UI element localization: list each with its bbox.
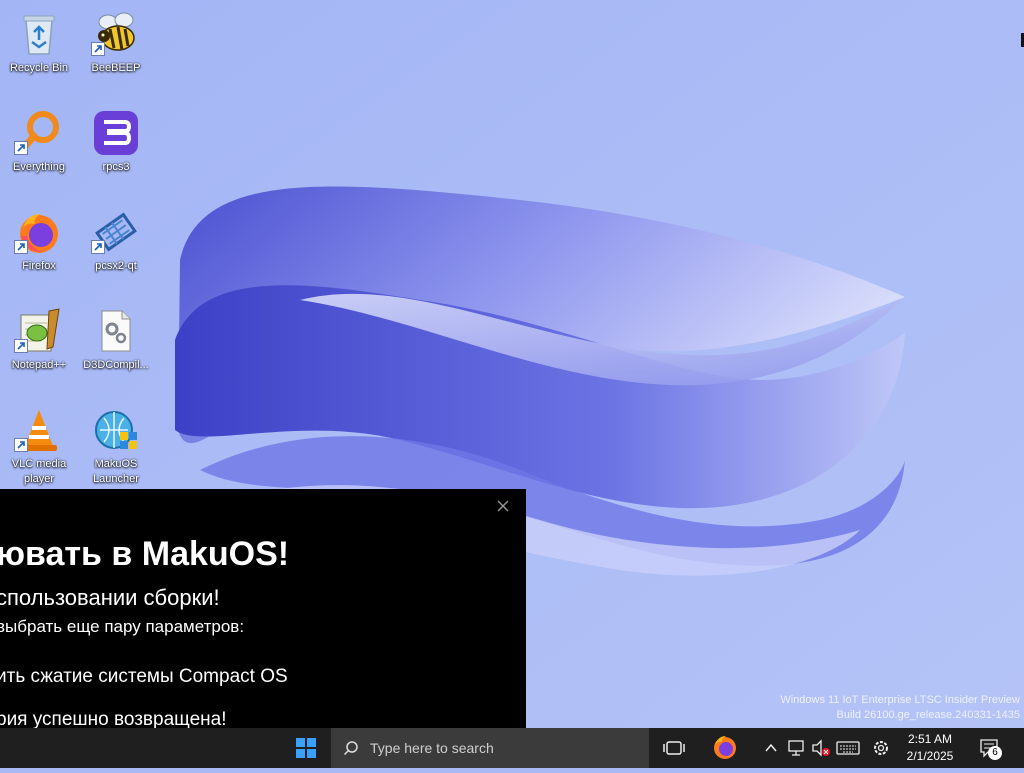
volume-muted-icon bbox=[812, 739, 830, 757]
taskbar: Type here to search 2:51 AM 2/1/2025 bbox=[0, 728, 1024, 768]
firefox-icon bbox=[714, 736, 736, 759]
shortcut-arrow-icon bbox=[91, 240, 105, 254]
desktop-icon-label: Notepad++ bbox=[11, 359, 67, 371]
settings-button[interactable] bbox=[870, 728, 892, 768]
shortcut-arrow-icon bbox=[14, 438, 28, 452]
notification-count-badge: 6 bbox=[988, 746, 1002, 760]
desktop-icon-label: D3DCompil... bbox=[83, 359, 149, 371]
network-button[interactable] bbox=[786, 728, 806, 768]
search-placeholder: Type here to search bbox=[370, 740, 494, 756]
windows-logo-icon bbox=[296, 738, 316, 758]
watermark-line-1: Windows 11 IoT Enterprise LTSC Insider P… bbox=[780, 694, 1020, 706]
rpcs3-icon bbox=[94, 111, 138, 155]
shortcut-arrow-icon bbox=[14, 339, 28, 353]
shortcut-arrow-icon bbox=[91, 42, 105, 56]
desktop-icon-makuos-launcher[interactable]: MakuOS Launcher bbox=[77, 398, 155, 490]
gear-icon bbox=[874, 741, 888, 755]
windows-build-watermark: Windows 11 IoT Enterprise LTSC Insider P… bbox=[780, 693, 1020, 723]
desktop-icon-firefox[interactable]: Firefox bbox=[0, 200, 78, 292]
network-icon bbox=[788, 740, 804, 756]
shortcut-arrow-icon bbox=[14, 141, 28, 155]
taskbar-search-box[interactable]: Type here to search bbox=[331, 728, 649, 768]
chevron-up-icon bbox=[765, 743, 777, 752]
start-button[interactable] bbox=[286, 728, 326, 768]
desktop-icon-label: VLC media player bbox=[11, 458, 67, 485]
recycle-bin-icon bbox=[23, 15, 55, 55]
desktop-icon-label: pcsx2-qt bbox=[95, 260, 137, 272]
close-icon[interactable] bbox=[496, 499, 510, 513]
desktop-icon-everything[interactable]: Everything bbox=[0, 101, 78, 193]
desktop-icon-label: Everything bbox=[13, 161, 65, 173]
desktop-icon-label: Recycle Bin bbox=[9, 62, 69, 74]
show-hidden-icons-button[interactable] bbox=[762, 728, 780, 768]
popup-subtitle: спользовании сборки! bbox=[0, 585, 220, 610]
desktop-icon-rpcs3[interactable]: rpcs3 bbox=[77, 101, 155, 193]
task-view-button[interactable] bbox=[657, 728, 691, 768]
keyboard-icon bbox=[836, 741, 860, 755]
makuos-launcher-icon bbox=[95, 411, 137, 449]
taskbar-clock[interactable]: 2:51 AM 2/1/2025 bbox=[898, 731, 962, 765]
desktop-icon-notepad-plus-plus[interactable]: Notepad++ bbox=[0, 299, 78, 391]
popup-line-3: рия успешно возвращена! bbox=[0, 709, 227, 728]
desktop-icon-pcsx2[interactable]: pcsx2-qt bbox=[77, 200, 155, 292]
desktop-icon-label: BeeBEEP bbox=[91, 62, 141, 74]
welcome-popup: ювать в MakuOS! спользовании сборки! выб… bbox=[0, 489, 526, 728]
taskbar-firefox-button[interactable] bbox=[707, 728, 743, 768]
search-icon bbox=[343, 741, 358, 756]
task-view-icon bbox=[663, 741, 685, 755]
desktop-icon-d3dcompiler[interactable]: D3DCompil... bbox=[77, 299, 155, 391]
popup-title: ювать в MakuOS! bbox=[0, 535, 290, 573]
desktop-icon-recycle-bin[interactable]: Recycle Bin bbox=[0, 2, 78, 94]
clock-date: 2/1/2025 bbox=[906, 749, 954, 763]
desktop-icon-vlc[interactable]: VLC media player bbox=[0, 398, 78, 490]
volume-button[interactable] bbox=[810, 728, 832, 768]
watermark-line-2: Build 26100.ge_release.240331-1435 bbox=[836, 709, 1021, 721]
popup-line-2: ить сжатие системы Compact OS bbox=[0, 666, 288, 687]
desktop-icon-beebeep[interactable]: BeeBEEP bbox=[77, 2, 155, 94]
touch-keyboard-button[interactable] bbox=[835, 728, 861, 768]
shortcut-arrow-icon bbox=[14, 240, 28, 254]
popup-line-1: выбрать еще пару параметров: bbox=[0, 617, 245, 636]
system-file-icon bbox=[101, 310, 131, 352]
desktop-icon-label: MakuOS Launcher bbox=[93, 458, 139, 485]
desktop-icon-label: rpcs3 bbox=[102, 161, 130, 173]
clock-time: 2:51 AM bbox=[907, 732, 953, 746]
desktop-icon-label: Firefox bbox=[22, 260, 56, 272]
